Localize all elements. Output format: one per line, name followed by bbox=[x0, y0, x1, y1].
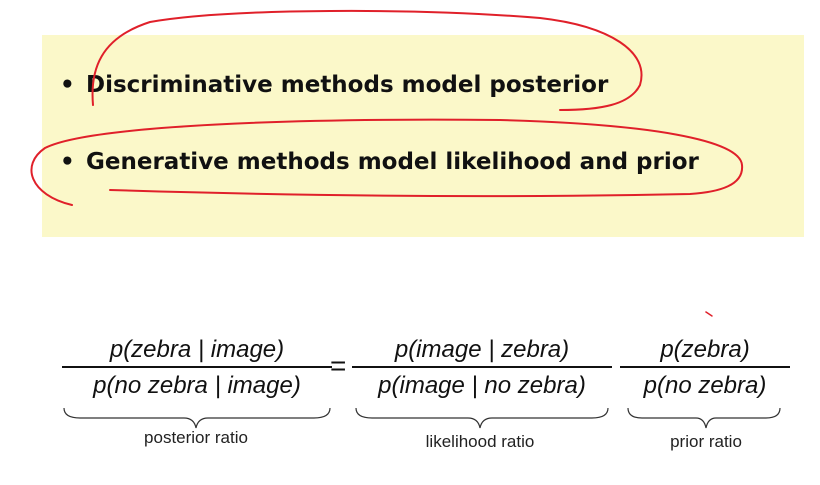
likelihood-numerator: p(image | zebra) bbox=[394, 336, 570, 363]
prior-fraction-bar bbox=[620, 366, 790, 368]
likelihood-fraction-bar bbox=[352, 366, 612, 368]
prior-denominator: p(no zebra) bbox=[643, 372, 767, 399]
lhs-denominator: p(no zebra | image) bbox=[93, 372, 301, 399]
equals-sign: = bbox=[330, 350, 347, 381]
lhs-fraction-bar bbox=[62, 366, 332, 368]
lhs-numerator: p(zebra | image) bbox=[109, 336, 285, 363]
likelihood-ratio-label: likelihood ratio bbox=[425, 432, 535, 451]
posterior-ratio-label: posterior ratio bbox=[144, 428, 248, 447]
likelihood-denominator: p(image | no zebra) bbox=[378, 372, 586, 399]
ratio-equation: p(zebra | image) p(no zebra | image) = p… bbox=[0, 0, 820, 485]
prior-numerator: p(zebra) bbox=[660, 336, 750, 363]
slide: • Discriminative methods model posterior … bbox=[0, 0, 820, 485]
prior-ratio-label: prior ratio bbox=[670, 432, 742, 451]
